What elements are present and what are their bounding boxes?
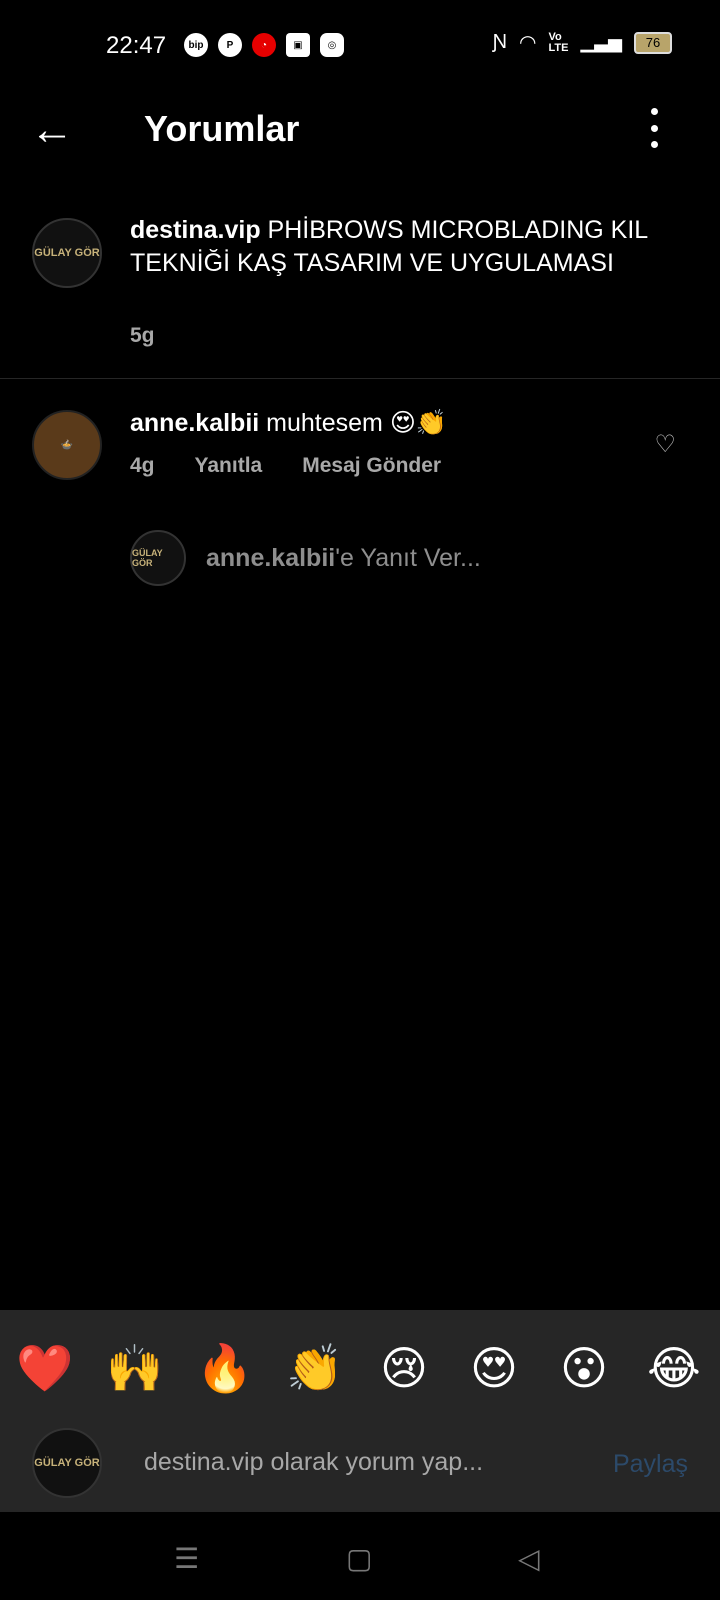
avatar: GÜLAY GÖR bbox=[32, 1428, 102, 1498]
reply-username: anne.kalbii bbox=[206, 544, 336, 572]
reply-button[interactable]: Yanıtla bbox=[195, 454, 263, 478]
status-right-icons: Ɲ ◠ Vo LTE ▁▃▅ 76 bbox=[493, 30, 672, 55]
emoji-surprised[interactable]: 😮 bbox=[556, 1340, 612, 1396]
avatar[interactable]: 🍲 bbox=[32, 410, 102, 480]
avatar-logo: GÜLAY GÖR bbox=[34, 247, 100, 259]
comment-time: 4g bbox=[130, 454, 155, 477]
like-heart-icon[interactable]: ♡ bbox=[654, 430, 676, 459]
avatar: GÜLAY GÖR bbox=[130, 530, 186, 586]
menu-icon[interactable]: ☰ bbox=[174, 1542, 199, 1575]
reply-suffix: 'e Yanıt Ver... bbox=[335, 544, 481, 572]
caption-time: 5g bbox=[130, 324, 155, 347]
page-title: Yorumlar bbox=[144, 108, 300, 149]
back-arrow-icon[interactable]: ← bbox=[30, 108, 80, 152]
emoji-cry[interactable]: 😢 bbox=[376, 1340, 432, 1396]
avatar-logo: GÜLAY GÖR bbox=[132, 548, 163, 568]
reply-prompt-text[interactable]: anne.kalbii'e Yanıt Ver... bbox=[206, 544, 481, 573]
comment-input-bar: GÜLAY GÖR destina.vip olarak yorum yap..… bbox=[0, 1414, 720, 1512]
emoji-raised-hands[interactable]: 🙌 bbox=[106, 1340, 163, 1396]
emoji-heart-eyes[interactable]: 😍 bbox=[466, 1340, 522, 1396]
signal-icon: ▁▃▅ bbox=[580, 32, 622, 52]
volte-icon: Vo LTE bbox=[548, 30, 569, 54]
wifi-icon: ◠ bbox=[519, 32, 537, 54]
caption-text: destina.vip PHİBROWS MICROBLADING KIL TE… bbox=[130, 214, 650, 280]
more-options-icon[interactable] bbox=[644, 108, 664, 148]
status-bar: 22:47 bip P ◔ ▣ ◎ Ɲ ◠ Vo LTE ▁▃▅ 76 bbox=[0, 0, 720, 90]
reply-prompt[interactable]: GÜLAY GÖR anne.kalbii'e Yanıt Ver... bbox=[130, 530, 630, 586]
emoji-heart[interactable]: ❤️ bbox=[16, 1340, 73, 1396]
avatar-logo: GÜLAY GÖR bbox=[34, 1457, 100, 1469]
system-nav-bar: ☰ ▢ ◁ bbox=[0, 1512, 720, 1600]
comment-body: muhtesem 😍👏 bbox=[266, 409, 448, 437]
nfc-icon: Ɲ bbox=[492, 31, 508, 53]
comment-meta: 4g Yanıtla Mesaj Gönder bbox=[130, 454, 441, 478]
emoji-quick-bar: ❤️ 🙌 🔥 👏 😢 😍 😮 😂 bbox=[0, 1310, 720, 1414]
back-triangle-icon[interactable]: ◁ bbox=[518, 1542, 540, 1575]
emoji-fire[interactable]: 🔥 bbox=[196, 1340, 253, 1396]
caption-username[interactable]: destina.vip bbox=[130, 216, 261, 244]
comment-input[interactable]: destina.vip olarak yorum yap... bbox=[144, 1448, 483, 1477]
battery-icon: 76 bbox=[634, 31, 672, 54]
send-message-button[interactable]: Mesaj Gönder bbox=[302, 454, 441, 478]
emoji-laugh[interactable]: 😂 bbox=[646, 1340, 702, 1396]
avatar[interactable]: GÜLAY GÖR bbox=[32, 218, 102, 288]
comment-text: anne.kalbii muhtesem 😍👏 bbox=[130, 408, 447, 438]
instagram-icon: ◎ bbox=[320, 33, 344, 57]
box-icon: ▣ bbox=[286, 33, 310, 57]
bip-icon: bip bbox=[184, 33, 208, 57]
home-square-icon[interactable]: ▢ bbox=[346, 1542, 372, 1575]
header: ← Yorumlar bbox=[0, 90, 720, 170]
comment-item: 🍲 anne.kalbii muhtesem 😍👏 4g Yanıtla Mes… bbox=[0, 400, 720, 490]
pinterest-icon: P bbox=[218, 33, 242, 57]
vodafone-icon: ◔ bbox=[252, 33, 276, 57]
status-time: 22:47 bbox=[106, 32, 167, 59]
emoji-clap[interactable]: 👏 bbox=[286, 1340, 343, 1396]
comment-username[interactable]: anne.kalbii bbox=[130, 409, 259, 437]
post-caption: GÜLAY GÖR destina.vip PHİBROWS MICROBLAD… bbox=[0, 200, 720, 379]
share-button[interactable]: Paylaş bbox=[613, 1450, 688, 1479]
